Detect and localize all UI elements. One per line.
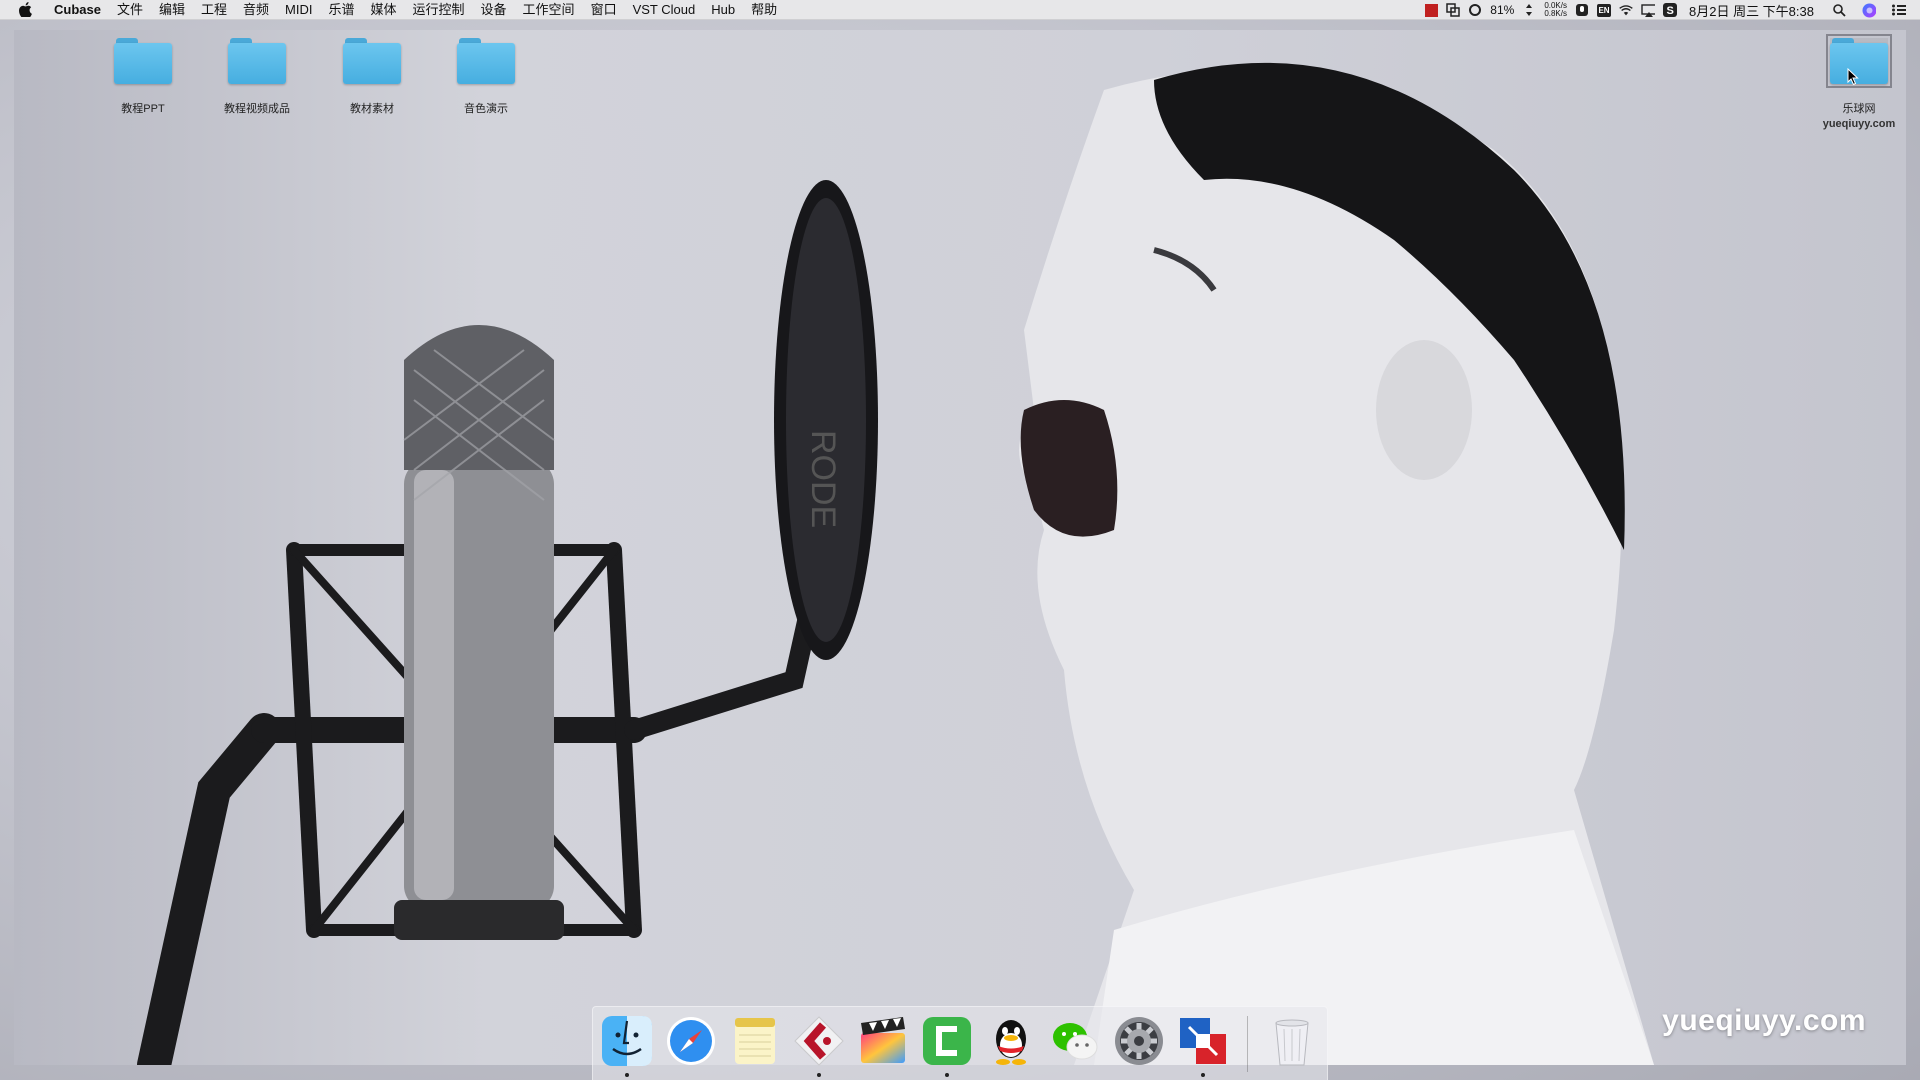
network-speed[interactable]: 0.0K/s 0.8K/s	[1544, 2, 1567, 18]
status-menus: 81% 0.0K/s 0.8K/s EN S 8月2日 周三 下午8:38	[1424, 0, 1920, 20]
qq-icon	[996, 1019, 1026, 1065]
siri-icon[interactable]	[1862, 3, 1876, 17]
folder-icon	[228, 38, 286, 84]
dock-item-trash[interactable]	[1266, 1015, 1318, 1073]
menu-workspaces[interactable]: 工作空间	[515, 0, 583, 20]
wallpaper-artwork: RODE	[137, 62, 1654, 1065]
record-indicator-icon[interactable]	[1424, 3, 1438, 17]
dock-item-cubase[interactable]	[793, 1015, 845, 1077]
finder-icon	[602, 1015, 652, 1066]
folder-icon	[343, 38, 401, 84]
rode-logo: RODE	[804, 430, 842, 528]
desktop-folder-yueqiu[interactable]: 乐球网 yueqiuyy.com	[1809, 34, 1909, 130]
cubase-icon	[794, 1015, 844, 1066]
battery-percent[interactable]: 81%	[1490, 3, 1514, 17]
mic-icon[interactable]	[1575, 3, 1589, 17]
desktop-folder-materials[interactable]: 教材素材	[322, 38, 422, 116]
parallels-icon	[1180, 1017, 1226, 1064]
dock-item-parallels[interactable]	[1177, 1015, 1229, 1077]
menu-vst-cloud[interactable]: VST Cloud	[625, 0, 704, 20]
dock-item-wechat[interactable]	[1049, 1015, 1101, 1073]
menu-window[interactable]: 窗口	[583, 0, 625, 20]
menu-midi[interactable]: MIDI	[277, 0, 320, 20]
running-indicator	[945, 1072, 949, 1077]
dock-item-camtasia[interactable]	[921, 1015, 973, 1077]
watermark-text: yueqiuyy.com	[1662, 1004, 1866, 1037]
folder-icon	[457, 38, 515, 84]
menu-devices[interactable]: 设备	[473, 0, 515, 20]
safari-icon	[667, 1016, 715, 1065]
menu-bar: Cubase 文件 编辑 工程 音频 MIDI 乐谱 媒体 运行控制 设备 工作…	[0, 0, 1920, 20]
dock-item-notes[interactable]	[729, 1015, 781, 1073]
dock-item-safari[interactable]	[665, 1015, 717, 1073]
input-method-label: EN	[1598, 5, 1610, 15]
spotlight-search-icon[interactable]	[1832, 3, 1846, 17]
menu-app-name[interactable]: Cubase	[50, 0, 109, 20]
dock	[592, 1006, 1328, 1080]
input-method-icon[interactable]: EN	[1597, 3, 1611, 17]
system-preferences-icon	[1115, 1016, 1163, 1065]
notes-icon	[735, 1017, 775, 1064]
net-down-speed: 0.8K/s	[1544, 9, 1567, 18]
running-indicator	[1201, 1072, 1205, 1077]
desktop-folder-label: 教材素材	[350, 103, 394, 115]
mouse-cursor-icon	[1847, 68, 1859, 86]
dock-item-qq[interactable]	[985, 1015, 1037, 1073]
menu-project[interactable]: 工程	[193, 0, 235, 20]
menu-file[interactable]: 文件	[109, 0, 151, 20]
notification-center-icon[interactable]	[1892, 3, 1906, 17]
up-down-arrows-icon	[1522, 3, 1536, 17]
menu-score[interactable]: 乐谱	[320, 0, 362, 20]
camtasia-icon	[923, 1016, 971, 1065]
dock-item-system-preferences[interactable]	[1113, 1015, 1165, 1073]
menu-edit[interactable]: 编辑	[151, 0, 193, 20]
running-indicator	[625, 1072, 629, 1077]
dock-item-final-cut[interactable]	[857, 1015, 909, 1073]
desktop-folder-tutorial-videos[interactable]: 教程视频成品	[207, 38, 307, 116]
menu-audio[interactable]: 音频	[235, 0, 277, 20]
desktop-folder-label: 乐球网	[1842, 103, 1876, 115]
desktop-wallpaper: RODE	[0, 0, 1920, 1080]
wallpaper-image: RODE	[14, 30, 1906, 1065]
window-switch-icon[interactable]	[1446, 3, 1461, 17]
folder-icon	[114, 38, 172, 84]
dock-item-finder[interactable]	[601, 1015, 653, 1077]
desktop-folder-tutorial-ppt[interactable]: 教程PPT	[93, 38, 193, 116]
menu-clock[interactable]: 8月2日 周三 下午8:38	[1689, 1, 1814, 20]
svg-text:S: S	[1667, 5, 1674, 17]
desktop-folder-label: 教程视频成品	[224, 103, 290, 115]
wifi-icon[interactable]	[1619, 3, 1633, 17]
desktop-folder-sublabel: yueqiuyy.com	[1822, 118, 1896, 130]
wechat-icon	[1053, 1022, 1098, 1059]
desktop-folder-label: 音色演示	[464, 103, 508, 115]
apple-menu-icon[interactable]	[18, 2, 32, 18]
final-cut-icon	[861, 1016, 905, 1063]
menu-hub[interactable]: Hub	[703, 0, 743, 20]
menu-media[interactable]: 媒体	[363, 0, 405, 20]
sync-icon[interactable]	[1468, 3, 1482, 17]
airplay-icon[interactable]	[1641, 3, 1655, 17]
folder-icon	[1826, 34, 1892, 88]
desktop-folder-sound-demo[interactable]: 音色演示	[436, 38, 536, 116]
menu-help[interactable]: 帮助	[743, 0, 785, 20]
running-indicator	[817, 1072, 821, 1077]
menu-transport[interactable]: 运行控制	[405, 0, 473, 20]
trash-icon	[1275, 1019, 1309, 1065]
dock-separator	[1247, 1015, 1248, 1072]
app-s-icon[interactable]: S	[1663, 3, 1677, 17]
desktop-folder-label: 教程PPT	[121, 103, 165, 115]
